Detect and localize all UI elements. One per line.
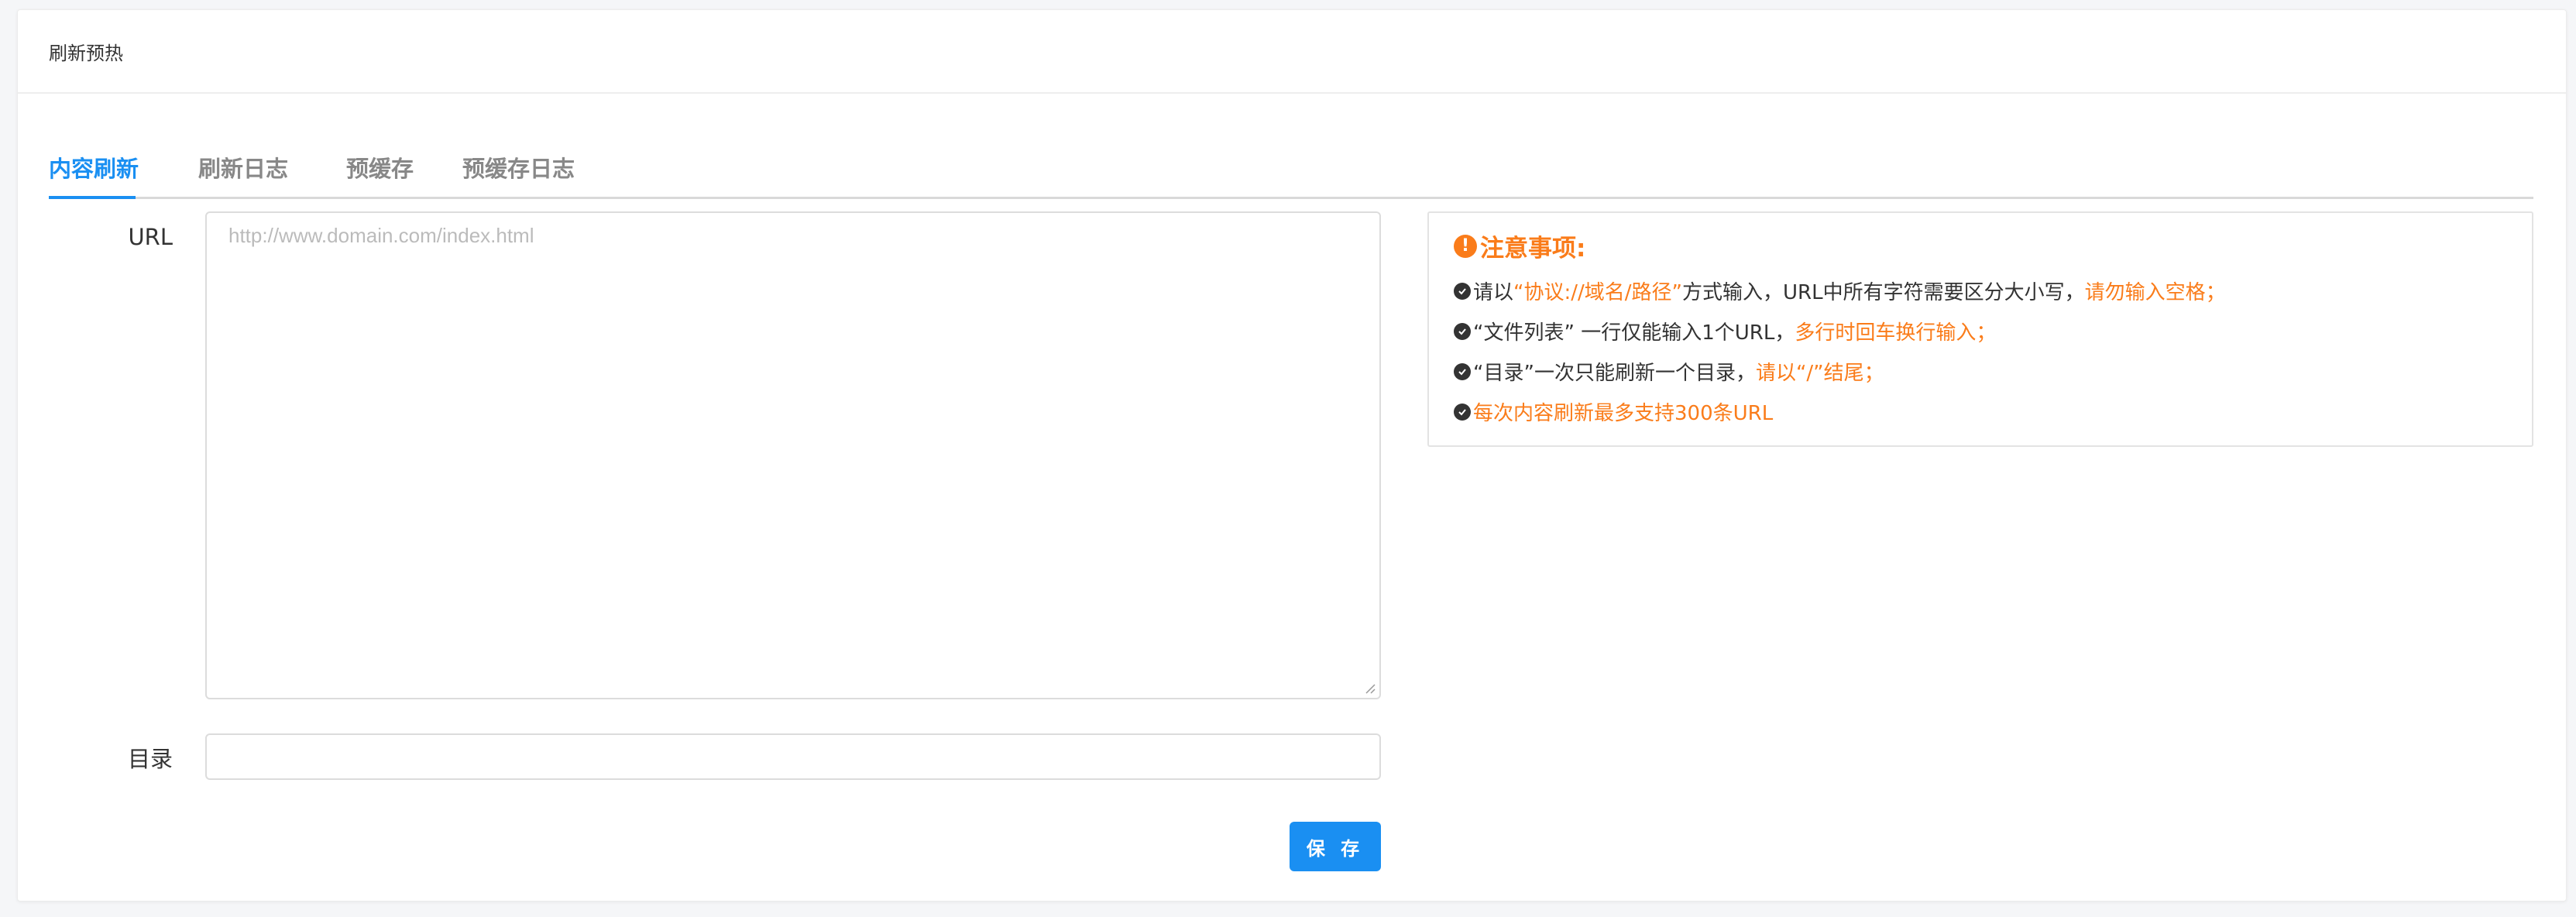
card-header: 刷新预热 — [18, 10, 2566, 94]
tab-refresh-log[interactable]: 刷新日志 — [198, 151, 288, 184]
active-tab-indicator — [49, 196, 136, 199]
url-textarea[interactable]: http://www.domain.com/index.html — [205, 211, 1381, 699]
check-circle-icon — [1454, 362, 1471, 380]
directory-input[interactable] — [205, 733, 1381, 780]
directory-label: 目录 — [127, 746, 173, 772]
tab-precache[interactable]: 预缓存 — [346, 151, 414, 184]
notice-item: “目录”一次只能刷新一个目录， 请以“/”结尾； — [1454, 357, 1884, 386]
url-placeholder: http://www.domain.com/index.html — [228, 224, 534, 247]
tab-bar: 内容刷新 刷新日志 预缓存 预缓存日志 — [49, 136, 2533, 199]
check-circle-icon — [1454, 282, 1471, 300]
check-circle-icon — [1454, 403, 1471, 421]
notice-panel: ! 注意事项: 请以 “协议://域名/路径” 方式输入，URL中所有字符需要区分大… — [1427, 211, 2533, 447]
notice-title: ! 注意事项: — [1454, 228, 1585, 263]
save-button[interactable]: 保 存 — [1290, 822, 1381, 871]
url-label: URL — [128, 224, 173, 250]
tab-content-refresh[interactable]: 内容刷新 — [49, 151, 139, 184]
page-title: 刷新预热 — [49, 42, 123, 64]
warning-icon: ! — [1454, 234, 1477, 258]
refresh-card: 刷新预热 内容刷新 刷新日志 预缓存 预缓存日志 URL http://www.… — [17, 9, 2567, 902]
notice-item: 请以 “协议://域名/路径” 方式输入，URL中所有字符需要区分大小写， 请勿输入空… — [1454, 276, 2226, 305]
check-circle-icon — [1454, 322, 1471, 340]
resize-handle-icon[interactable] — [1364, 682, 1376, 695]
notice-item: “文件列表” 一行仅能输入1个URL， 多行时回车换行输入； — [1454, 317, 1996, 345]
tab-precache-log[interactable]: 预缓存日志 — [462, 151, 575, 184]
notice-item: 每次内容刷新最多支持300条URL — [1454, 397, 1773, 426]
notice-title-text: 注意事项: — [1480, 235, 1586, 263]
